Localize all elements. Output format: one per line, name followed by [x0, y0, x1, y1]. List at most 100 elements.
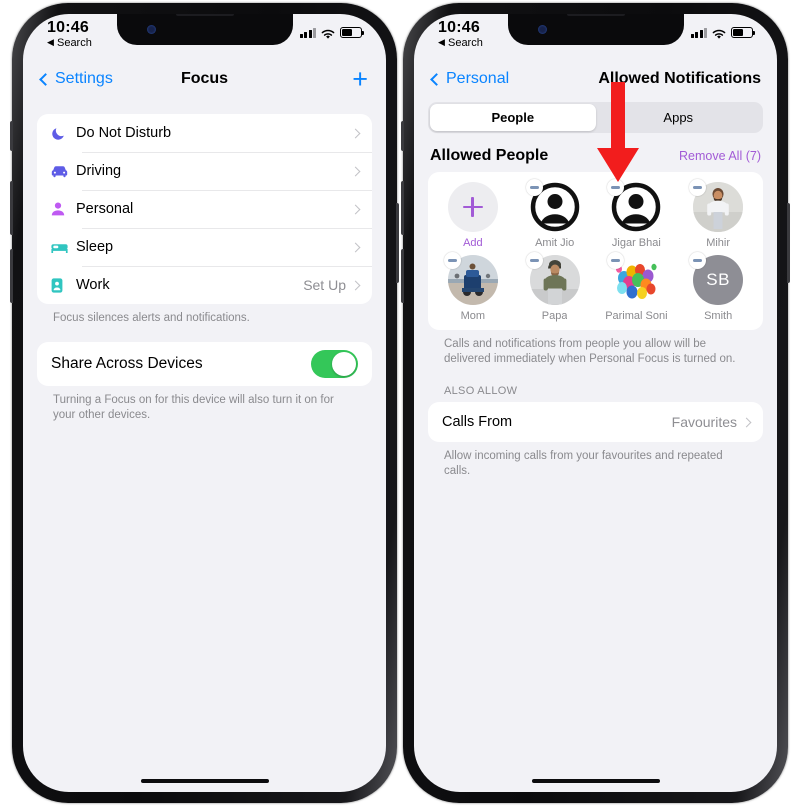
volume-down-button[interactable]: [401, 249, 404, 303]
person-name: Papa: [542, 310, 568, 322]
back-to-search-crumb[interactable]: ◀ Search: [47, 37, 92, 50]
status-bar-left-group: 10:46 ◀ Search: [438, 14, 483, 50]
minus-icon: [611, 186, 620, 188]
remove-person-badge[interactable]: [689, 179, 706, 196]
person-smith[interactable]: SB Smith: [677, 255, 759, 322]
nav-bar-right: Personal Allowed Notifications: [414, 58, 777, 100]
moon-icon: [50, 125, 76, 142]
avatar-wrap: [693, 182, 743, 232]
calls-from-value: Favourites: [672, 414, 737, 430]
people-apps-segmented-control[interactable]: People Apps: [428, 102, 763, 133]
focus-list-card: Do Not Disturb Driving: [37, 114, 372, 304]
wifi-icon: [712, 27, 726, 38]
status-bar-right-group: [691, 14, 754, 38]
focus-row-do-not-disturb[interactable]: Do Not Disturb: [37, 114, 372, 152]
earpiece-speaker: [176, 14, 234, 16]
remove-person-badge[interactable]: [526, 179, 543, 196]
allowed-people-title: Allowed People: [430, 147, 548, 165]
toggle-knob: [332, 352, 356, 376]
back-triangle-icon: ◀: [47, 37, 54, 47]
back-button[interactable]: Personal: [432, 70, 509, 88]
person-papa[interactable]: Papa: [514, 255, 596, 322]
share-across-devices-row[interactable]: Share Across Devices: [37, 342, 372, 386]
add-person-button[interactable]: [448, 182, 498, 232]
calls-from-row[interactable]: Calls From Favourites: [428, 402, 763, 442]
remove-person-badge[interactable]: [526, 252, 543, 269]
person-add[interactable]: Add: [432, 182, 514, 249]
screenshot-stage: 10:46 ◀ Search Settings: [0, 0, 800, 806]
person-amit-jio[interactable]: Amit Jio: [514, 182, 596, 249]
plus-icon: [463, 197, 483, 217]
share-across-devices-toggle[interactable]: [311, 350, 358, 378]
screen-left: 10:46 ◀ Search Settings: [23, 14, 386, 792]
back-triangle-icon: ◀: [438, 37, 445, 47]
notch: [508, 14, 684, 45]
person-mihir[interactable]: Mihir: [677, 182, 759, 249]
battery-icon: [731, 27, 753, 38]
power-button[interactable]: [396, 203, 399, 283]
avatar-wrap: [530, 182, 580, 232]
person-name: Parimal Soni: [605, 310, 667, 322]
remove-person-badge[interactable]: [444, 252, 461, 269]
signal-bars-icon: [691, 28, 708, 38]
focus-row-label: Personal: [76, 201, 352, 217]
page-title: Allowed Notifications: [531, 70, 761, 88]
chevron-right-icon: [351, 280, 361, 290]
remove-all-button[interactable]: Remove All (7): [679, 149, 761, 163]
segment-people[interactable]: People: [430, 104, 596, 131]
chevron-right-icon: [742, 417, 752, 427]
focus-row-driving[interactable]: Driving: [37, 152, 372, 190]
person-name: Jigar Bhai: [612, 237, 661, 249]
chevron-left-icon: [430, 73, 443, 86]
content-right: Add Amit Jio: [414, 172, 777, 479]
chevron-left-icon: [39, 73, 52, 86]
allowed-people-header: Allowed People Remove All (7): [414, 133, 777, 172]
phone-left: 10:46 ◀ Search Settings: [12, 3, 397, 803]
clock: 10:46: [47, 19, 92, 36]
avatar-wrap: [611, 182, 661, 232]
share-footnote: Turning a Focus on for this device will …: [37, 386, 372, 423]
minus-icon: [693, 259, 702, 261]
minus-icon: [693, 186, 702, 188]
silence-switch[interactable]: [10, 121, 13, 151]
focus-row-personal[interactable]: Personal: [37, 190, 372, 228]
volume-down-button[interactable]: [10, 249, 13, 303]
avatar-wrap: [611, 255, 661, 305]
avatar-wrap: [448, 255, 498, 305]
home-indicator[interactable]: [532, 779, 660, 784]
chevron-right-icon: [351, 204, 361, 214]
back-button[interactable]: Settings: [41, 70, 113, 88]
person-name: Add: [463, 237, 483, 249]
car-icon: [50, 164, 76, 178]
person-mom[interactable]: Mom: [432, 255, 514, 322]
wifi-icon: [321, 27, 335, 38]
segment-apps[interactable]: Apps: [596, 104, 762, 131]
also-allow-card: Calls From Favourites: [428, 402, 763, 442]
silence-switch[interactable]: [401, 121, 404, 151]
avatar-wrap: SB: [693, 255, 743, 305]
focus-row-work[interactable]: Work Set Up: [37, 266, 372, 304]
minus-icon: [530, 186, 539, 188]
person-parimal-soni[interactable]: Parimal Soni: [596, 255, 678, 322]
share-across-devices-label: Share Across Devices: [51, 355, 311, 373]
people-grid: Add Amit Jio: [432, 182, 759, 322]
person-jigar-bhai[interactable]: Jigar Bhai: [596, 182, 678, 249]
status-bar-right-group: [300, 14, 363, 38]
remove-person-badge[interactable]: [689, 252, 706, 269]
battery-icon: [340, 27, 362, 38]
nav-bar-left: Settings Focus +: [23, 58, 386, 100]
calls-from-label: Calls From: [442, 414, 672, 430]
home-indicator[interactable]: [141, 779, 269, 784]
volume-up-button[interactable]: [401, 181, 404, 235]
focus-row-sleep[interactable]: Sleep: [37, 228, 372, 266]
avatar-wrap: [530, 255, 580, 305]
back-to-search-crumb[interactable]: ◀ Search: [438, 37, 483, 50]
power-button[interactable]: [787, 203, 790, 283]
add-focus-button[interactable]: +: [352, 69, 368, 89]
phone-right: 10:46 ◀ Search Personal: [403, 3, 788, 803]
chevron-right-icon: [351, 242, 361, 252]
back-crumb-label: Search: [448, 37, 483, 49]
volume-up-button[interactable]: [10, 181, 13, 235]
earpiece-speaker: [567, 14, 625, 16]
focus-row-label: Sleep: [76, 239, 352, 255]
